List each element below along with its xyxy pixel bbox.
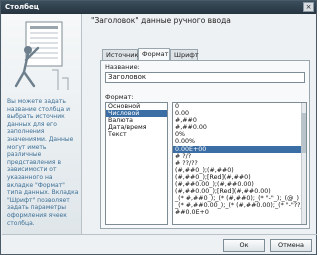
format-item[interactable]: 0.00% xyxy=(173,138,306,145)
tab-format[interactable]: Формат xyxy=(138,48,170,60)
format-list[interactable]: 0 0.00 #,##0 #,##0.00 0% 0.00% 0.00E+00 … xyxy=(172,102,307,225)
format-item[interactable]: # ??/?? xyxy=(173,160,306,167)
format-item[interactable]: #,##0.00 xyxy=(173,124,306,131)
tab-source[interactable]: Источник xyxy=(102,49,138,60)
format-item[interactable]: #,##0 xyxy=(173,117,306,124)
category-item[interactable]: Дата/время xyxy=(106,124,167,131)
window-title: Столбец xyxy=(5,3,39,11)
format-item[interactable]: (#,##0_);(#,##0) xyxy=(173,167,306,174)
category-item-selected[interactable]: Числовой xyxy=(106,110,167,118)
tab-font[interactable]: Шрифт xyxy=(170,49,199,60)
format-item[interactable]: (#,##0.00_);(#,##0.00) xyxy=(173,181,306,188)
format-list-scrollbar[interactable] xyxy=(301,103,306,224)
format-item[interactable]: 0.00 xyxy=(173,110,306,117)
dialog-window: Столбец × Вы можете задать название стол… xyxy=(0,0,317,255)
format-tab-panel: Название: Заголовок Формат: Основной Чис… xyxy=(100,60,310,229)
format-item[interactable]: 0% xyxy=(173,131,306,138)
name-input[interactable]: Заголовок xyxy=(105,72,305,83)
format-item[interactable]: (#,##0_);[Red](#,##0) xyxy=(173,174,306,181)
page-title: "Заголовок" данные ручного ввода xyxy=(91,16,231,25)
scrollbar-thumb[interactable] xyxy=(301,113,306,153)
format-label: Формат: xyxy=(105,93,134,101)
side-panel: Вы можете задать название столбца и выбр… xyxy=(2,14,82,234)
category-list[interactable]: Основной Числовой Валюта Дата/время Текс… xyxy=(105,102,168,225)
close-icon[interactable]: × xyxy=(303,2,314,12)
title-bar[interactable]: Столбец × xyxy=(1,1,316,14)
category-item[interactable]: Текст xyxy=(106,131,167,138)
format-item[interactable]: ##0.0E+0 xyxy=(173,209,306,216)
name-label: Название: xyxy=(105,63,140,71)
format-item-selected[interactable]: 0.00E+00 xyxy=(173,145,306,153)
ok-button[interactable]: Ок xyxy=(223,239,265,252)
category-item[interactable]: Валюта xyxy=(106,117,167,124)
cancel-button[interactable]: Отмена xyxy=(270,239,312,252)
help-text: Вы можете задать название столбца и выбр… xyxy=(7,98,79,227)
format-item[interactable]: # ?/? xyxy=(173,153,306,160)
format-item[interactable]: 0 xyxy=(173,103,306,110)
wizard-illustration xyxy=(14,21,69,90)
format-item[interactable]: _(* #,##0.00_);_(* (#,##0.00);_(* "-"??_… xyxy=(173,202,306,209)
divider xyxy=(2,234,317,235)
